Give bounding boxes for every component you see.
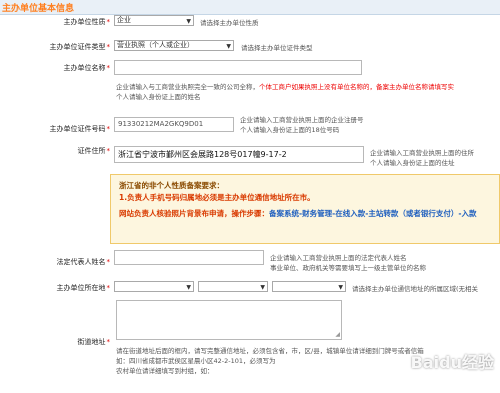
cert-no-hint-1: 企业请输入工商营业执照上面的企业注册号	[240, 116, 364, 124]
street-address-textarea[interactable]: ◢	[116, 300, 342, 340]
legal-rep-hint-2: 事业单位、政府机关等需要填写上一级主管单位的名称	[270, 264, 426, 272]
chevron-down-icon: ▼	[226, 43, 231, 50]
location-city-select[interactable]: ▼	[198, 281, 268, 292]
cert-type-label: 主办单位证件类型*	[49, 43, 111, 51]
street-hint-2: 如：四川省成都市武侯区星晨小区42-2-101，必须写为	[116, 357, 276, 365]
cert-type-hint: 请选择主办单位证件类型	[241, 44, 313, 52]
cert-addr-hint-2: 个人请输入身份证上面的住址	[370, 159, 455, 167]
street-hint-1: 请在街道地址后面的框内，请写完整通信地址，必须包含省，市，区/县，城镇单位请详细…	[116, 347, 424, 355]
notice-line-2: 网站负责人核验照片背景布申请，操作步骤：备案系统-财务管理-在线入款-主站转款（…	[119, 209, 477, 218]
unit-type-label: 主办单位性质*	[63, 18, 111, 26]
street-hint-3: 农村单位请详细填写到村组，如：	[116, 367, 214, 375]
notice-title: 浙江省的非个人性质备案要求：	[119, 181, 224, 190]
street-label: 街道地址*	[77, 338, 111, 346]
location-province-select[interactable]: ▼	[114, 281, 194, 292]
unit-name-hint-2: 个人请输入身份证上面的姓名	[116, 93, 201, 101]
cert-type-select[interactable]: 营业执照（个人或企业） ▼	[114, 40, 234, 51]
cert-addr-input[interactable]: 浙江省宁波市鄞州区会展路128号017幢9-17-2	[114, 146, 364, 163]
chevron-down-icon: ▼	[186, 18, 191, 25]
legal-rep-label: 法定代表人姓名*	[56, 258, 111, 266]
unit-name-hint-1: 企业请输入与工商营业执照完全一致的公司全称，个体工商户如果执照上没有单位名称的，…	[116, 83, 454, 91]
resize-handle-icon[interactable]: ◢	[335, 331, 340, 338]
cert-addr-label: 证件住所*	[77, 147, 111, 155]
unit-type-hint: 请选择主办单位性质	[200, 19, 259, 27]
cert-no-input[interactable]: 91330212MA2GKQ9D01	[114, 117, 234, 132]
unit-type-select[interactable]: 企业 ▼	[114, 15, 194, 26]
legal-rep-hint-1: 企业请输入工商营业执照上面的法定代表人姓名	[270, 254, 407, 262]
baidu-watermark: Baidu经验	[410, 353, 494, 372]
cert-no-label: 主办单位证件号码*	[49, 125, 111, 133]
location-hint: 请选择主办单位通信地址的所属区域(无相关	[352, 285, 479, 293]
legal-rep-input[interactable]	[114, 250, 264, 265]
location-label: 主办单位所在地*	[56, 284, 111, 292]
chevron-down-icon: ▼	[186, 284, 191, 291]
chevron-down-icon: ▼	[260, 284, 265, 291]
zhejiang-notice: 浙江省的非个人性质备案要求： 1.负责人手机号码归属地必须是主办单位通信地址所在…	[110, 174, 500, 244]
section-header: 主办单位基本信息	[0, 0, 500, 15]
notice-line-1: 1.负责人手机号码归属地必须是主办单位通信地址所在市。	[119, 193, 315, 202]
cert-no-hint-2: 个人请输入身份证上面的18位号码	[240, 126, 340, 134]
chevron-down-icon: ▼	[338, 284, 343, 291]
unit-name-label: 主办单位名称*	[63, 64, 111, 72]
cert-addr-hint-1: 企业请输入工商营业执照上面的住所	[370, 149, 474, 157]
unit-name-input[interactable]	[114, 60, 362, 75]
location-district-select[interactable]: ▼	[272, 281, 346, 292]
section-title: 主办单位基本信息	[2, 4, 75, 14]
